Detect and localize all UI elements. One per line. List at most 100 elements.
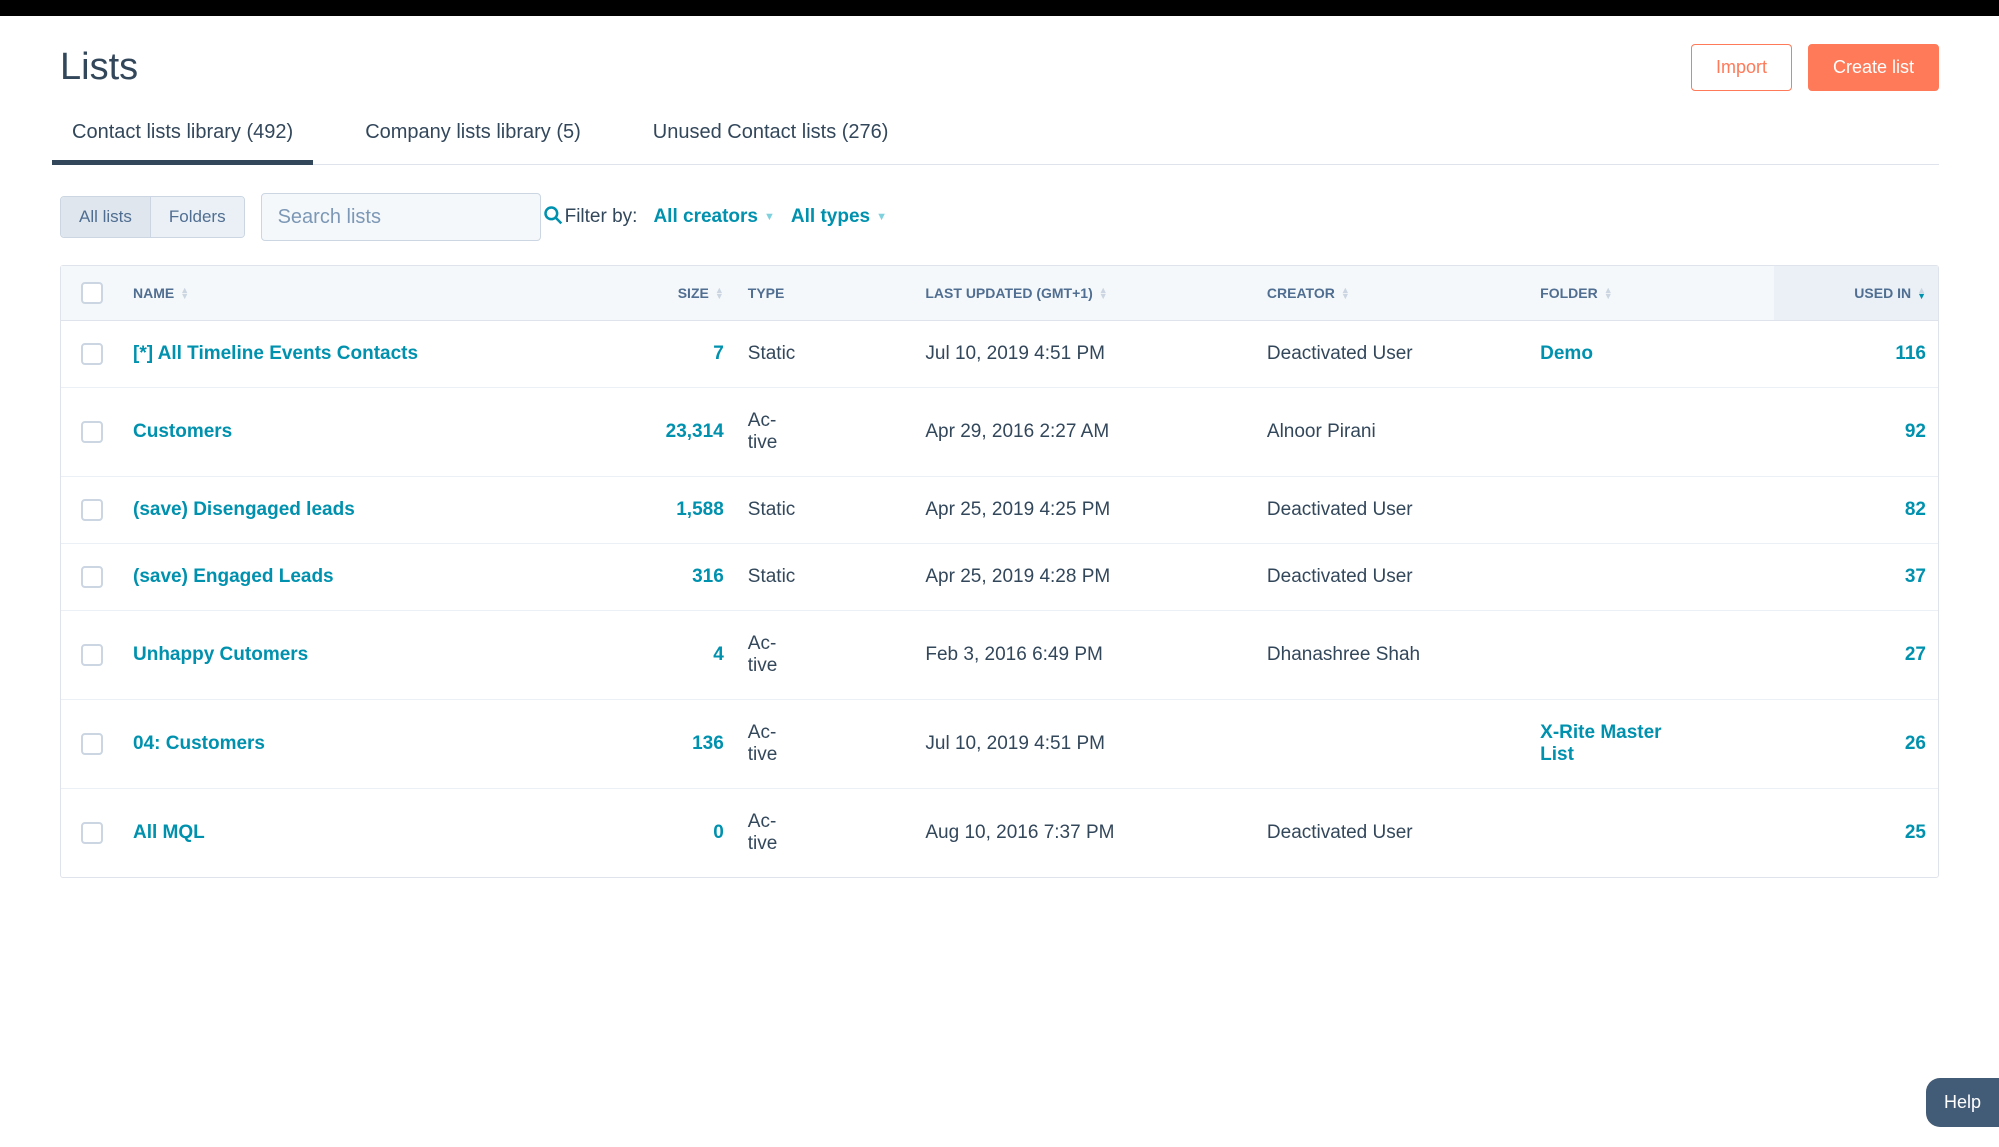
last-updated-value: Feb 3, 2016 6:49 PM [925, 644, 1102, 666]
page-header: Lists Import Create list [60, 16, 1939, 107]
th-used-in[interactable]: USED IN ▲▼ [1774, 266, 1938, 320]
list-name-link[interactable]: Unhappy Cutomers [133, 644, 308, 666]
sort-icon: ▲▼ [1341, 287, 1350, 299]
tab-company-lists[interactable]: Company lists library (5) [353, 107, 593, 164]
th-creator[interactable]: CREATOR ▲▼ [1255, 266, 1528, 320]
th-name[interactable]: NAME ▲▼ [121, 266, 531, 320]
th-last-updated[interactable]: LAST UPDATED (GMT+1) ▲▼ [913, 266, 1255, 320]
used-in-value[interactable]: 82 [1905, 499, 1926, 521]
used-in-value[interactable]: 27 [1905, 644, 1926, 666]
td-type: Static [736, 477, 914, 543]
td-folder [1528, 789, 1774, 877]
tab-unused-contact-lists[interactable]: Unused Contact lists (276) [641, 107, 901, 164]
used-in-value[interactable]: 116 [1895, 343, 1926, 365]
filter-creators-label: All creators [653, 206, 758, 228]
td-type: Static [736, 544, 914, 610]
type-value: Static [748, 343, 796, 365]
td-checkbox [61, 477, 121, 543]
row-checkbox[interactable] [81, 822, 103, 844]
td-creator: Deactivated User [1255, 321, 1528, 387]
table-body: [*] All Timeline Events Contacts7StaticJ… [61, 321, 1938, 877]
tab-contact-lists[interactable]: Contact lists library (492) [60, 107, 305, 164]
tabs: Contact lists library (492) Company list… [60, 107, 1939, 165]
import-button[interactable]: Import [1691, 44, 1792, 91]
type-value: Ac-tive [748, 811, 778, 855]
create-list-button[interactable]: Create list [1808, 44, 1939, 91]
list-name-link[interactable]: Customers [133, 421, 232, 443]
used-in-value[interactable]: 25 [1905, 822, 1926, 844]
th-folder-label: FOLDER [1540, 285, 1598, 301]
td-last-updated: Aug 10, 2016 7:37 PM [913, 789, 1255, 877]
td-name: Unhappy Cutomers [121, 611, 531, 699]
folder-link[interactable]: X-Rite Master List [1540, 722, 1700, 766]
list-name-link[interactable]: (save) Engaged Leads [133, 566, 334, 588]
creator-value: Alnoor Pirani [1267, 421, 1376, 443]
row-checkbox[interactable] [81, 343, 103, 365]
sort-icon: ▲▼ [180, 287, 189, 299]
size-value: 316 [692, 566, 724, 588]
creator-value: Deactivated User [1267, 566, 1413, 588]
th-folder[interactable]: FOLDER ▲▼ [1528, 266, 1774, 320]
size-value: 23,314 [666, 421, 724, 443]
sort-icon: ▲▼ [1099, 287, 1108, 299]
td-checkbox [61, 611, 121, 699]
td-used-in: 116 [1774, 321, 1938, 387]
row-checkbox[interactable] [81, 499, 103, 521]
table-header: NAME ▲▼ SIZE ▲▼ TYPE LAST UPDATED (GMT+1… [61, 266, 1938, 321]
last-updated-value: Apr 25, 2019 4:28 PM [925, 566, 1110, 588]
caret-down-icon: ▼ [876, 211, 887, 223]
td-last-updated: Apr 25, 2019 4:25 PM [913, 477, 1255, 543]
type-value: Static [748, 499, 796, 521]
used-in-value[interactable]: 26 [1905, 733, 1926, 755]
type-value: Static [748, 566, 796, 588]
list-name-link[interactable]: 04: Customers [133, 733, 265, 755]
filter-types-label: All types [791, 206, 870, 228]
td-type: Static [736, 321, 914, 387]
th-used-in-label: USED IN [1854, 285, 1911, 301]
folder-link[interactable]: Demo [1540, 343, 1593, 365]
th-size[interactable]: SIZE ▲▼ [531, 266, 736, 320]
select-all-checkbox[interactable] [81, 282, 103, 304]
filter-creators[interactable]: All creators ▼ [653, 206, 774, 228]
toggle-all-lists[interactable]: All lists [61, 197, 150, 237]
td-name: 04: Customers [121, 700, 531, 788]
table-row: (save) Engaged Leads 316 Static Apr 25, 201… [61, 544, 1938, 611]
table-row: 04: Customers136Ac-tiveJul 10, 2019 4:51… [61, 700, 1938, 789]
sort-icon: ▲▼ [715, 287, 724, 299]
table-row: (save) Disengaged leads1,588StaticApr 25… [61, 477, 1938, 544]
search-input[interactable] [278, 206, 543, 229]
last-updated-value: Aug 10, 2016 7:37 PM [925, 822, 1114, 844]
size-value: 0 [713, 822, 724, 844]
td-checkbox [61, 544, 121, 610]
size-value: 136 [692, 733, 724, 755]
creator-value: Deactivated User [1267, 499, 1413, 521]
th-type-label: TYPE [748, 285, 785, 301]
td-folder [1528, 544, 1774, 610]
top-black-bar [0, 0, 1999, 16]
filter-types[interactable]: All types ▼ [791, 206, 887, 228]
td-last-updated: Jul 10, 2019 4:51 PM [913, 700, 1255, 788]
td-last-updated: Apr 29, 2016 2:27 AM [913, 388, 1255, 476]
td-size: 0 [531, 789, 736, 877]
creator-value: Deactivated User [1267, 343, 1413, 365]
list-name-link[interactable]: All MQL [133, 822, 205, 844]
help-button[interactable]: Help [1926, 1078, 1999, 1127]
td-name: (save) Disengaged leads [121, 477, 531, 543]
row-checkbox[interactable] [81, 566, 103, 588]
list-name-link[interactable]: [*] All Timeline Events Contacts [133, 343, 418, 365]
search-icon[interactable] [543, 205, 563, 230]
toggle-folders[interactable]: Folders [150, 197, 244, 237]
sort-icon: ▲▼ [1604, 287, 1613, 299]
header-actions: Import Create list [1691, 44, 1939, 91]
list-name-link[interactable]: (save) Disengaged leads [133, 499, 355, 521]
td-folder: Demo [1528, 321, 1774, 387]
used-in-value[interactable]: 37 [1905, 566, 1926, 588]
td-size: 316 [531, 544, 736, 610]
row-checkbox[interactable] [81, 421, 103, 443]
td-size: 23,314 [531, 388, 736, 476]
td-checkbox [61, 388, 121, 476]
row-checkbox[interactable] [81, 733, 103, 755]
row-checkbox[interactable] [81, 644, 103, 666]
td-creator: Deactivated User [1255, 544, 1528, 610]
used-in-value[interactable]: 92 [1905, 421, 1926, 443]
